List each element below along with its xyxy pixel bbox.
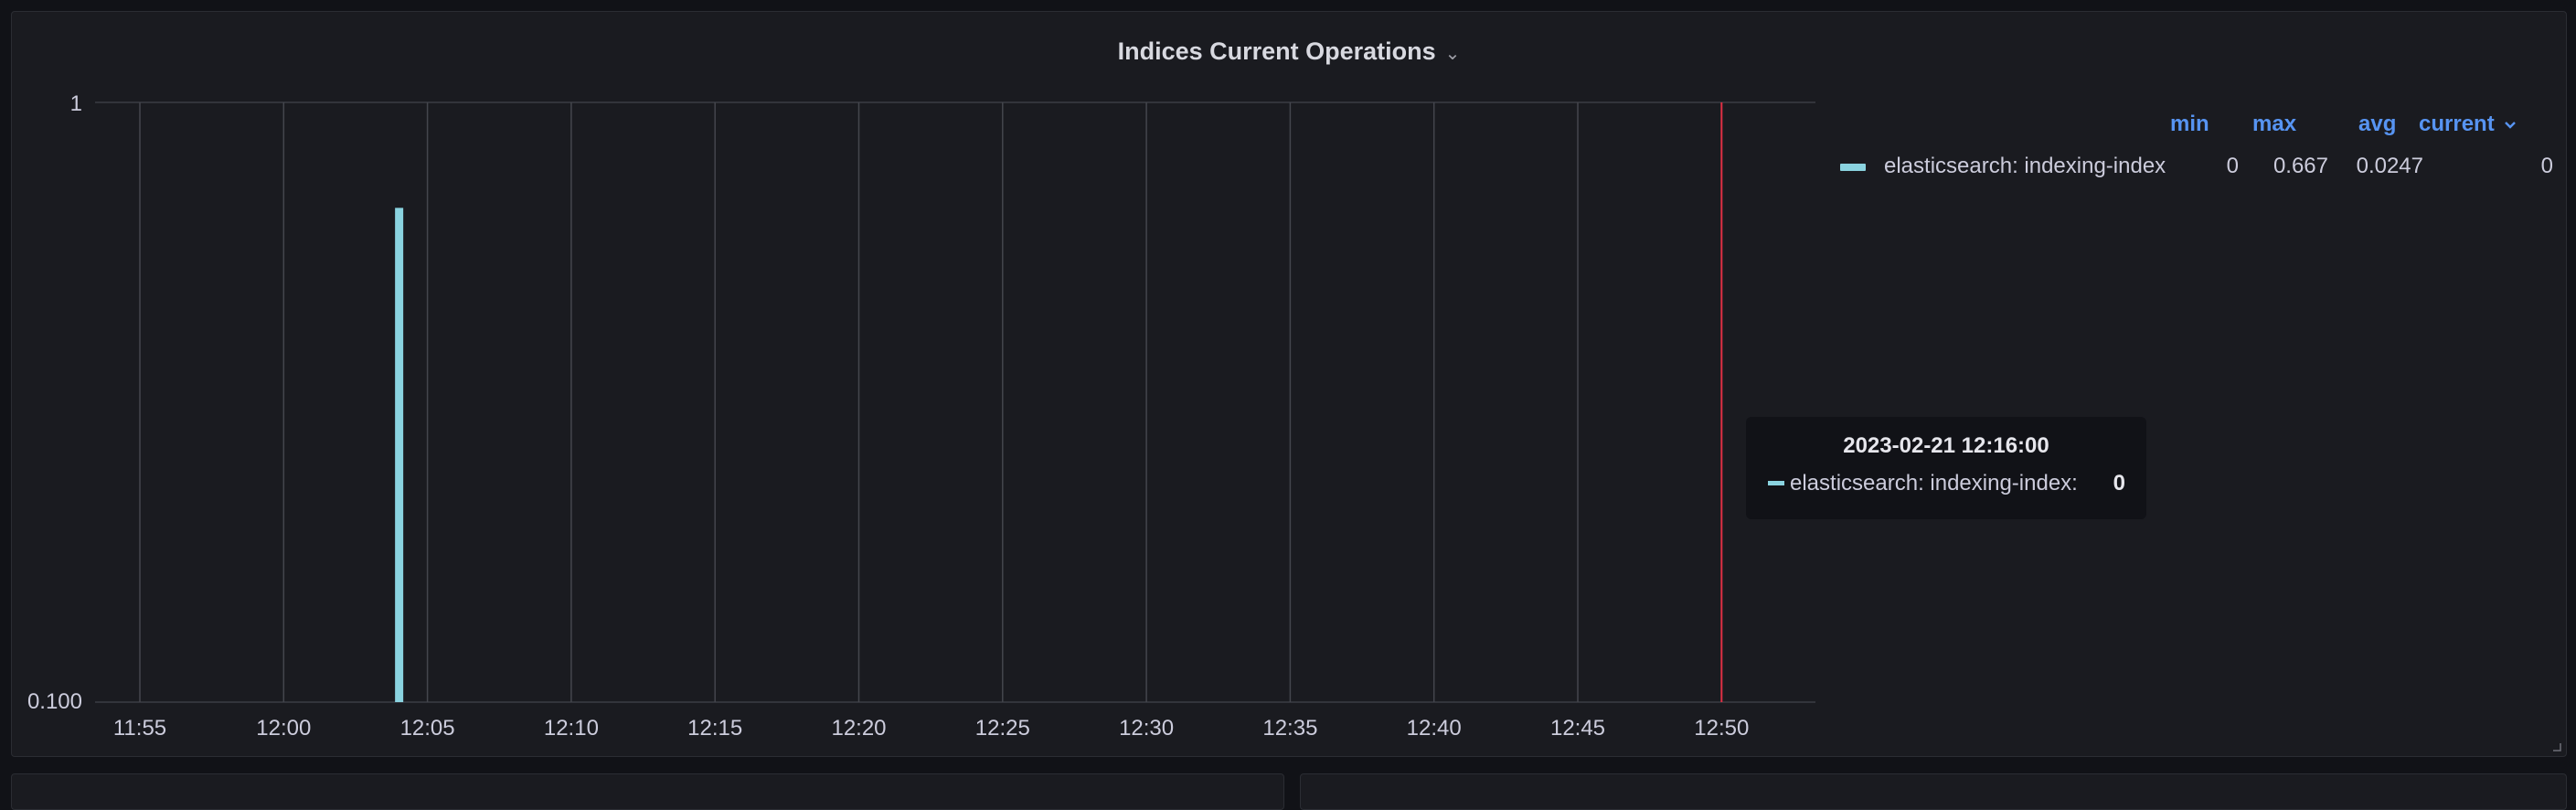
x-tick-label: 12:00 [256, 716, 311, 741]
bar [395, 208, 404, 702]
legend-header-max[interactable]: max [2252, 112, 2296, 139]
chevron-down-icon[interactable] [2504, 121, 2517, 130]
legend-min-value: 0 [2226, 154, 2239, 178]
y-axis: 1 0.100 [27, 91, 82, 714]
x-tick-label: 12:50 [1694, 716, 1749, 741]
x-tick-label: 12:05 [400, 716, 455, 741]
x-axis: 11:55 12:00 12:05 12:10 12:15 12:20 12:25 12:30… [113, 716, 1749, 741]
legend-row[interactable]: elasticsearch: indexing-index 0 0.667 0.… [1840, 154, 2562, 181]
chart-bars [395, 208, 404, 702]
legend-header-min[interactable]: min [2170, 112, 2209, 139]
legend-header-current-label[interactable]: current [2419, 112, 2495, 136]
x-tick-label: 11:55 [113, 716, 166, 741]
tooltip-value: 0 [2113, 471, 2125, 496]
resize-handle-icon[interactable] [2551, 741, 2562, 752]
graph-area[interactable]: 1 0.100 11:55 12:00 12:05 12:10 12:15 12:20 12:… [0, 0, 1828, 750]
chart-grid [95, 101, 1815, 703]
x-tick-label: 12:20 [831, 716, 886, 741]
legend-series-name[interactable]: elasticsearch: indexing-index [1884, 154, 2166, 179]
legend-avg-value: 0.0247 [2356, 154, 2423, 178]
x-tick-label: 12:45 [1550, 716, 1605, 741]
x-tick-label: 12:35 [1262, 716, 1317, 741]
x-tick-label: 12:25 [975, 716, 1030, 741]
y-tick-label: 1 [70, 91, 82, 116]
next-panel-right[interactable] [1300, 773, 2567, 810]
next-panel-left[interactable] [11, 773, 1284, 810]
series-color-swatch[interactable] [1840, 164, 1866, 171]
legend-current-value: 0 [2540, 154, 2553, 178]
x-tick-label: 12:10 [544, 716, 599, 741]
x-tick-label: 12:15 [687, 716, 742, 741]
x-tick-label: 12:30 [1119, 716, 1174, 741]
legend-header-avg[interactable]: avg [2358, 112, 2396, 139]
x-tick-label: 12:40 [1407, 716, 1462, 741]
legend-header-current[interactable]: current [2419, 112, 2517, 139]
y-tick-label: 0.100 [27, 689, 82, 714]
legend-max-value: 0.667 [2273, 154, 2328, 178]
tooltip-series-name: elasticsearch: indexing-index: [1790, 471, 2078, 496]
